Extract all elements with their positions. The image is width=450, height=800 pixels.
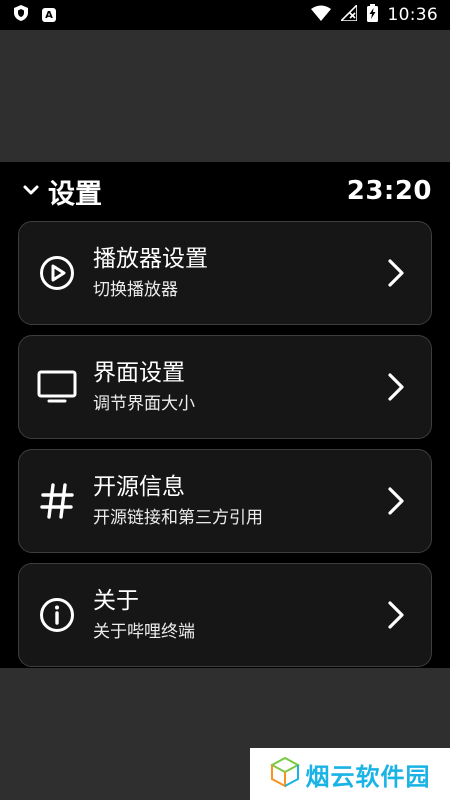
chevron-right-icon bbox=[361, 336, 431, 438]
menu-item-title: 播放器设置 bbox=[93, 246, 208, 272]
hash-icon bbox=[19, 450, 93, 552]
settings-header: 设置 23:20 bbox=[0, 162, 450, 220]
status-left: A bbox=[14, 5, 56, 25]
chevron-right-icon bbox=[361, 450, 431, 552]
watermark: 烟云软件园 bbox=[250, 748, 450, 800]
menu-item-text: 播放器设置 切换播放器 bbox=[93, 245, 361, 301]
menu-item-subtitle: 开源链接和第三方引用 bbox=[93, 508, 263, 528]
monitor-icon bbox=[19, 336, 93, 438]
status-right: 10:36 bbox=[310, 3, 439, 26]
shield-icon bbox=[14, 5, 28, 25]
signal-off-icon bbox=[338, 3, 358, 25]
menu-item-about[interactable]: 关于 关于哔哩终端 bbox=[18, 563, 432, 667]
info-circle-icon bbox=[19, 564, 93, 666]
menu-item-ui-settings[interactable]: 界面设置 调节界面大小 bbox=[18, 335, 432, 439]
watermark-text: 烟云软件园 bbox=[305, 762, 431, 791]
header-clock: 23:20 bbox=[346, 176, 432, 206]
menu-item-subtitle: 关于哔哩终端 bbox=[93, 622, 195, 642]
menu-item-title: 界面设置 bbox=[93, 360, 185, 386]
status-time: 10:36 bbox=[387, 5, 438, 25]
a-badge-icon: A bbox=[42, 8, 56, 22]
play-circle-icon bbox=[19, 222, 93, 324]
settings-panel: 设置 23:20 播放器设置 切换播放器 界面设置 调节界面大小 开源信息 开源… bbox=[0, 162, 450, 668]
status-bar: A 10:36 bbox=[0, 0, 450, 30]
menu-item-title: 关于 bbox=[93, 588, 139, 614]
menu-item-open-source[interactable]: 开源信息 开源链接和第三方引用 bbox=[18, 449, 432, 553]
menu-item-text: 界面设置 调节界面大小 bbox=[93, 359, 361, 415]
wifi-icon bbox=[310, 5, 331, 25]
menu-item-text: 开源信息 开源链接和第三方引用 bbox=[93, 473, 361, 529]
page-title: 设置 bbox=[48, 178, 102, 210]
menu-item-title: 开源信息 bbox=[93, 474, 185, 500]
chevron-down-icon[interactable] bbox=[22, 182, 40, 201]
chevron-right-icon bbox=[361, 564, 431, 666]
cube-logo-icon bbox=[269, 756, 300, 792]
menu-item-subtitle: 切换播放器 bbox=[93, 280, 178, 300]
menu-item-player-settings[interactable]: 播放器设置 切换播放器 bbox=[18, 221, 432, 325]
chevron-right-icon bbox=[361, 222, 431, 324]
menu-item-text: 关于 关于哔哩终端 bbox=[93, 587, 361, 643]
header-title-group[interactable]: 设置 bbox=[22, 172, 102, 211]
battery-charging-icon bbox=[366, 4, 378, 26]
menu-item-subtitle: 调节界面大小 bbox=[93, 394, 195, 414]
